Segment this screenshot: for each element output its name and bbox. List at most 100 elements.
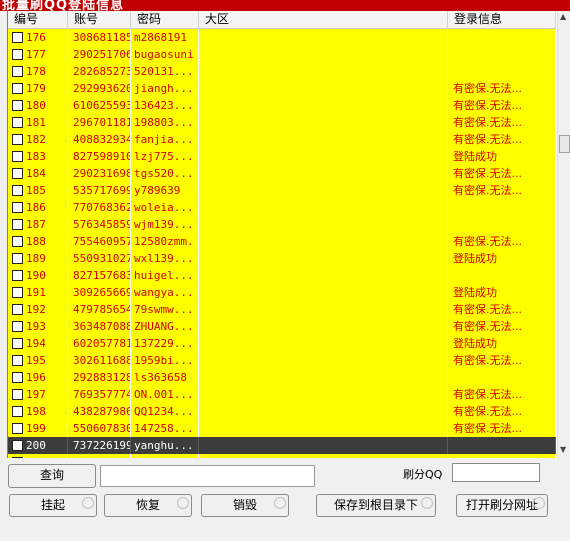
row-checkbox[interactable]	[12, 338, 23, 349]
column-header-password[interactable]: 密码	[131, 11, 199, 28]
table-row[interactable]: 182 408832934 fanjia... 有密保.无法...	[8, 131, 556, 148]
table-row[interactable]: 196 292883128 ls363658	[8, 369, 556, 386]
table-row[interactable]: 191 309265669 wangya... 登陆成功	[8, 284, 556, 301]
save-to-root-button[interactable]: 保存到根目录下	[316, 494, 436, 517]
row-checkbox[interactable]	[12, 83, 23, 94]
row-account: 755460957	[68, 233, 131, 250]
row-login-info: 有密保.无法...	[448, 318, 556, 335]
row-login-info: 有密保.无法...	[448, 403, 556, 420]
row-password: 1959bi...	[131, 352, 199, 369]
row-password: wjm139...	[131, 216, 199, 233]
row-checkbox[interactable]	[12, 440, 23, 451]
row-login-info: 有密保.无法...	[448, 233, 556, 250]
table-row[interactable]: 186 770768362 woleia...	[8, 199, 556, 216]
table-row[interactable]: 188 755460957 12580zmm. 有密保.无法...	[8, 233, 556, 250]
row-checkbox[interactable]	[12, 49, 23, 60]
table-row[interactable]: 193 363487088 ZHUANG... 有密保.无法...	[8, 318, 556, 335]
table-row[interactable]: 178 282685273 520131...	[8, 63, 556, 80]
save-to-root-button-label: 保存到根目录下	[333, 498, 418, 512]
suspend-button[interactable]: 挂起	[9, 494, 97, 517]
row-zone	[199, 29, 448, 46]
row-checkbox[interactable]	[12, 219, 23, 230]
row-checkbox[interactable]	[12, 389, 23, 400]
row-checkbox[interactable]	[12, 423, 23, 434]
row-checkbox[interactable]	[12, 185, 23, 196]
row-checkbox[interactable]	[12, 168, 23, 179]
row-checkbox[interactable]	[12, 321, 23, 332]
row-password: tgs520...	[131, 165, 199, 182]
table-row[interactable]: 200 737226199 yanghu...	[8, 437, 556, 454]
row-login-info: 登陆成功	[448, 250, 556, 267]
row-password: huigel...	[131, 267, 199, 284]
table-row[interactable]: 185 535717699 y789639 有密保.无法...	[8, 182, 556, 199]
row-checkbox[interactable]	[12, 287, 23, 298]
column-header-login-info[interactable]: 登录信息	[448, 11, 556, 28]
row-checkbox[interactable]	[12, 355, 23, 366]
row-checkbox[interactable]	[12, 236, 23, 247]
row-checkbox[interactable]	[12, 253, 23, 264]
row-password: woleia...	[131, 199, 199, 216]
scroll-down-icon[interactable]: ▼	[560, 445, 566, 454]
destroy-button-label: 销毁	[232, 498, 257, 512]
column-header-zone[interactable]: 大区	[199, 11, 448, 28]
table-row[interactable]: 184 290231698 tgs520... 有密保.无法...	[8, 165, 556, 182]
row-account: 576345859	[68, 216, 131, 233]
row-zone	[199, 131, 448, 148]
restore-button[interactable]: 恢复	[104, 494, 192, 517]
table-row[interactable]: 199 550607830 147258... 有密保.无法...	[8, 420, 556, 437]
row-checkbox[interactable]	[12, 100, 23, 111]
row-account: 812878881	[68, 454, 131, 458]
table-row[interactable]: 177 290251706 bugaosuni	[8, 46, 556, 63]
row-checkbox[interactable]	[12, 202, 23, 213]
row-zone	[199, 46, 448, 63]
table-row[interactable]: 192 479785654 79swmw... 有密保.无法...	[8, 301, 556, 318]
row-account: 292993620	[68, 80, 131, 97]
swirl-decoration-icon	[274, 497, 286, 509]
destroy-button[interactable]: 销毁	[201, 494, 289, 517]
row-checkbox[interactable]	[12, 270, 23, 281]
row-checkbox[interactable]	[12, 457, 23, 458]
account-list[interactable]: 编号 账号 密码 大区 登录信息 176 308681185 m2868191 177…	[7, 11, 570, 458]
row-checkbox[interactable]	[12, 151, 23, 162]
scroll-up-icon[interactable]: ▲	[560, 12, 566, 21]
row-checkbox[interactable]	[12, 406, 23, 417]
row-zone	[199, 165, 448, 182]
table-row[interactable]: 190 827157683 huigel...	[8, 267, 556, 284]
row-password: y789639	[131, 182, 199, 199]
row-checkbox[interactable]	[12, 117, 23, 128]
table-row[interactable]: 195 302611688 1959bi... 有密保.无法...	[8, 352, 556, 369]
refresh-qq-input[interactable]	[452, 463, 540, 482]
table-row[interactable]: 201812878881aaj1314	[8, 454, 556, 458]
vertical-scrollbar[interactable]: ▲ ▼	[557, 11, 570, 458]
row-account: 550607830	[68, 420, 131, 437]
row-checkbox[interactable]	[12, 66, 23, 77]
table-row[interactable]: 187 576345859 wjm139...	[8, 216, 556, 233]
row-checkbox[interactable]	[12, 304, 23, 315]
row-zone	[199, 369, 448, 386]
table-row[interactable]: 189 550931027 wxl139... 登陆成功	[8, 250, 556, 267]
row-login-info	[448, 437, 556, 454]
table-row[interactable]: 194 602057781 137229... 登陆成功	[8, 335, 556, 352]
row-account: 550931027	[68, 250, 131, 267]
table-row[interactable]: 183 827598910 lzj775... 登陆成功	[8, 148, 556, 165]
query-button[interactable]: 查询	[8, 464, 96, 488]
row-checkbox[interactable]	[12, 32, 23, 43]
open-refresh-url-button[interactable]: 打开刷分网址	[456, 494, 548, 517]
row-account: 535717699	[68, 182, 131, 199]
scroll-thumb[interactable]	[559, 135, 570, 153]
row-checkbox[interactable]	[12, 134, 23, 145]
open-refresh-url-button-label: 打开刷分网址	[465, 498, 538, 512]
table-row[interactable]: 198 438287986 QQ1234... 有密保.无法...	[8, 403, 556, 420]
row-account: 827598910	[68, 148, 131, 165]
row-checkbox[interactable]	[12, 372, 23, 383]
table-row[interactable]: 197 769357774 ON.001... 有密保.无法...	[8, 386, 556, 403]
row-zone	[199, 403, 448, 420]
column-header-account[interactable]: 账号	[68, 11, 131, 28]
table-row[interactable]: 180 610625593 136423... 有密保.无法...	[8, 97, 556, 114]
column-header-id[interactable]: 编号	[8, 11, 68, 28]
table-row[interactable]: 176 308681185 m2868191	[8, 29, 556, 46]
table-row[interactable]: 181 296701181 198803... 有密保.无法...	[8, 114, 556, 131]
table-row[interactable]: 179 292993620 jiangh... 有密保.无法...	[8, 80, 556, 97]
row-password: ZHUANG...	[131, 318, 199, 335]
row-login-info	[448, 63, 556, 80]
